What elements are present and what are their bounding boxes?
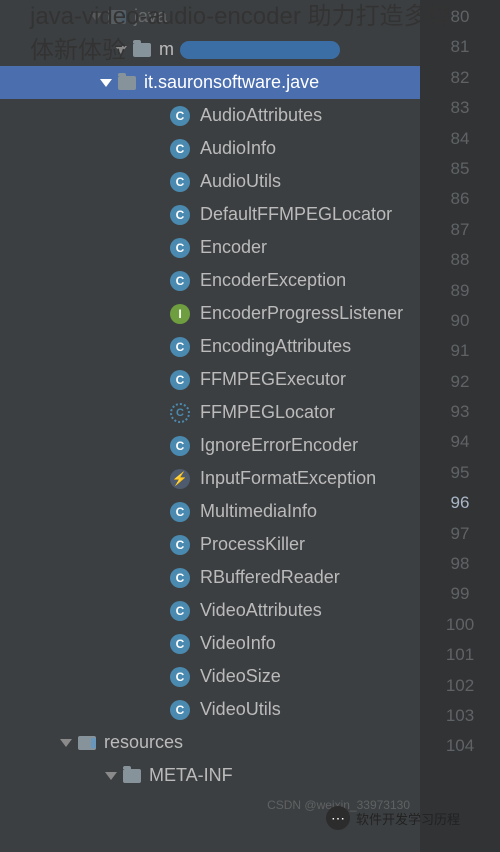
class-label: VideoInfo	[200, 633, 276, 654]
line-number: 84	[420, 124, 500, 154]
tree-class-item[interactable]: C AudioAttributes	[0, 99, 420, 132]
class-icon: C	[170, 436, 190, 456]
interface-icon: I	[170, 304, 190, 324]
line-number: 92	[420, 367, 500, 397]
package-icon	[118, 76, 136, 90]
class-label: VideoAttributes	[200, 600, 322, 621]
class-label: DefaultFFMPEGLocator	[200, 204, 392, 225]
tree-class-item[interactable]: C IgnoreErrorEncoder	[0, 429, 420, 462]
class-icon: C	[170, 238, 190, 258]
tree-class-item[interactable]: C MultimediaInfo	[0, 495, 420, 528]
tree-class-item[interactable]: C FFMPEGLocator	[0, 396, 420, 429]
tree-class-item[interactable]: C VideoUtils	[0, 693, 420, 726]
class-icon: C	[170, 502, 190, 522]
editor-gutter: 8081828384858687888990919293949596979899…	[420, 0, 500, 852]
line-number: 90	[420, 306, 500, 336]
class-icon: C	[170, 172, 190, 192]
line-number: 99	[420, 579, 500, 609]
class-icon: C	[170, 667, 190, 687]
class-icon: C	[170, 568, 190, 588]
class-icon: C	[170, 337, 190, 357]
class-label: ProcessKiller	[200, 534, 305, 555]
class-label: AudioUtils	[200, 171, 281, 192]
class-icon: C	[170, 370, 190, 390]
class-icon: C	[170, 535, 190, 555]
line-number: 101	[420, 640, 500, 670]
abstract-icon: C	[170, 403, 190, 423]
class-label: FFMPEGLocator	[200, 402, 335, 423]
tree-class-item[interactable]: C EncodingAttributes	[0, 330, 420, 363]
line-number: 83	[420, 93, 500, 123]
line-number: 95	[420, 458, 500, 488]
article-title-overlay: java-video-audio-encoder 助力打造多媒体新体验	[30, 0, 470, 67]
class-label: EncoderException	[200, 270, 346, 291]
class-label: EncoderProgressListener	[200, 303, 403, 324]
line-number: 102	[420, 671, 500, 701]
class-icon: C	[170, 601, 190, 621]
line-number: 82	[420, 63, 500, 93]
wechat-badge: ⋯ 软件开发学习历程	[326, 806, 460, 830]
tree-class-item[interactable]: I EncoderProgressListener	[0, 297, 420, 330]
class-label: InputFormatException	[200, 468, 376, 489]
tree-class-item[interactable]: C VideoSize	[0, 660, 420, 693]
class-label: FFMPEGExecutor	[200, 369, 346, 390]
class-label: RBufferedReader	[200, 567, 340, 588]
line-number: 103	[420, 701, 500, 731]
line-number: 98	[420, 549, 500, 579]
folder-label: META-INF	[149, 765, 233, 786]
resources-folder-icon	[78, 736, 96, 750]
line-number: 94	[420, 427, 500, 457]
line-number: 87	[420, 215, 500, 245]
tree-class-item[interactable]: C EncoderException	[0, 264, 420, 297]
tree-package-selected[interactable]: it.sauronsoftware.jave	[0, 66, 420, 99]
class-label: VideoUtils	[200, 699, 281, 720]
line-number: 85	[420, 154, 500, 184]
class-icon: C	[170, 205, 190, 225]
project-tree: java m it.sauronsoftware.jave CAudioAttr…	[0, 0, 420, 852]
line-number: 96	[420, 488, 500, 518]
class-label: VideoSize	[200, 666, 281, 687]
line-number: 104	[420, 731, 500, 761]
package-label: it.sauronsoftware.jave	[144, 72, 319, 93]
class-icon: C	[170, 139, 190, 159]
line-number: 91	[420, 336, 500, 366]
chevron-down-icon	[105, 772, 117, 780]
chevron-down-icon	[60, 739, 72, 747]
tree-class-item[interactable]: C DefaultFFMPEGLocator	[0, 198, 420, 231]
exception-icon: ⚡	[170, 469, 190, 489]
wechat-label: 软件开发学习历程	[356, 809, 460, 828]
class-label: EncodingAttributes	[200, 336, 351, 357]
line-number: 93	[420, 397, 500, 427]
class-icon: C	[170, 106, 190, 126]
tree-class-item[interactable]: C VideoInfo	[0, 627, 420, 660]
line-number: 86	[420, 184, 500, 214]
line-number: 89	[420, 276, 500, 306]
tree-class-item[interactable]: C VideoAttributes	[0, 594, 420, 627]
tree-class-item[interactable]: C AudioUtils	[0, 165, 420, 198]
tree-folder-meta-inf[interactable]: META-INF	[0, 759, 420, 792]
line-number: 100	[420, 610, 500, 640]
class-label: MultimediaInfo	[200, 501, 317, 522]
line-number: 88	[420, 245, 500, 275]
wechat-icon: ⋯	[326, 806, 350, 830]
chevron-down-icon	[100, 79, 112, 87]
class-icon: C	[170, 700, 190, 720]
class-label: AudioInfo	[200, 138, 276, 159]
class-icon: C	[170, 271, 190, 291]
class-label: Encoder	[200, 237, 267, 258]
tree-class-item[interactable]: C ProcessKiller	[0, 528, 420, 561]
tree-class-item[interactable]: C Encoder	[0, 231, 420, 264]
folder-label: resources	[104, 732, 183, 753]
tree-class-item[interactable]: C FFMPEGExecutor	[0, 363, 420, 396]
tree-folder-resources[interactable]: resources	[0, 726, 420, 759]
class-icon: C	[170, 634, 190, 654]
class-label: IgnoreErrorEncoder	[200, 435, 358, 456]
folder-icon	[123, 769, 141, 783]
tree-class-item[interactable]: C AudioInfo	[0, 132, 420, 165]
tree-class-item[interactable]: ⚡ InputFormatException	[0, 462, 420, 495]
class-label: AudioAttributes	[200, 105, 322, 126]
line-number: 97	[420, 519, 500, 549]
tree-class-item[interactable]: C RBufferedReader	[0, 561, 420, 594]
